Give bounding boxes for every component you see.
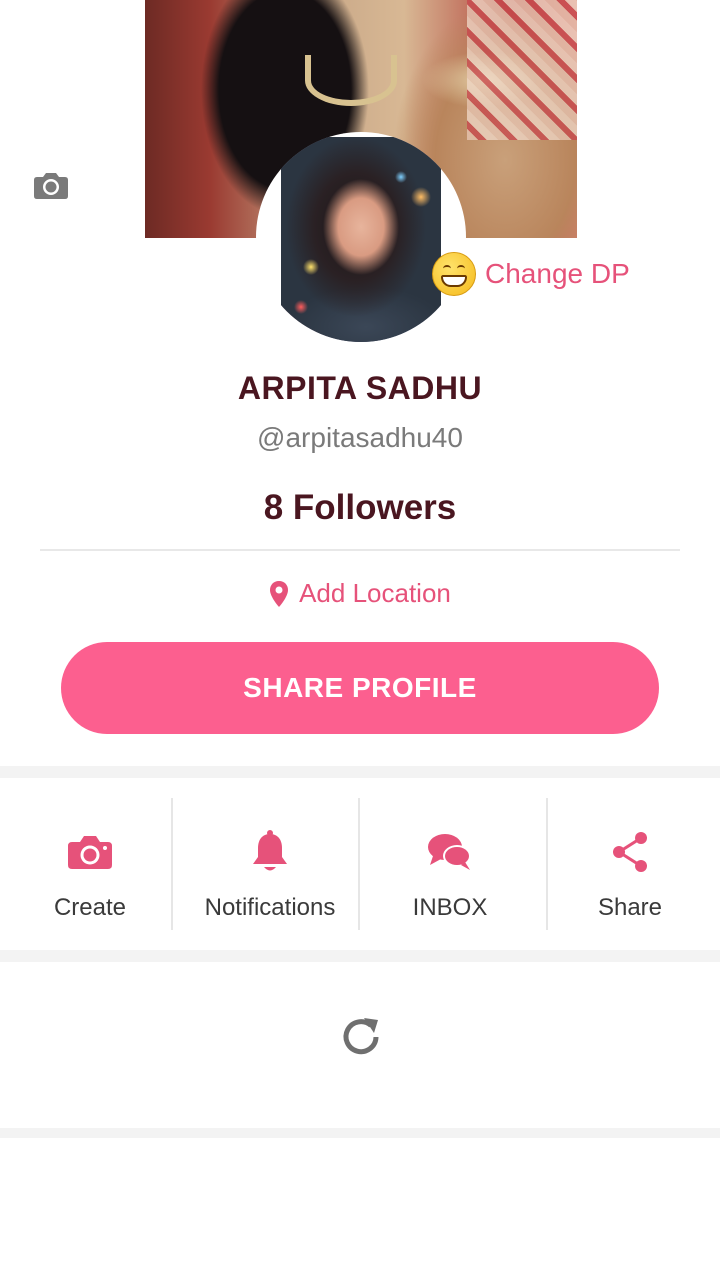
profile-handle: @arpitasadhu40: [257, 422, 463, 453]
chat-bubbles-icon: [427, 830, 473, 874]
change-cover-camera-icon[interactable]: [33, 170, 69, 200]
action-bar: Create Notifications INBOX Share: [0, 778, 720, 950]
change-dp-button[interactable]: Change DP: [432, 250, 630, 298]
avatar[interactable]: [256, 132, 466, 342]
divider: [40, 549, 680, 551]
bell-icon: [251, 830, 289, 874]
notifications-label: Notifications: [204, 894, 336, 921]
share-label: Share: [597, 894, 663, 921]
action-divider: [546, 798, 548, 930]
refresh-icon[interactable]: [338, 1014, 384, 1060]
followers-count[interactable]: 8 Followers: [0, 488, 720, 528]
inbox-label: INBOX: [412, 894, 488, 921]
action-divider: [171, 798, 173, 930]
add-location-label: Add Location: [299, 578, 451, 608]
share-action[interactable]: Share: [540, 778, 720, 950]
notifications-action[interactable]: Notifications: [180, 778, 360, 950]
section-divider: [0, 1128, 720, 1138]
inbox-action[interactable]: INBOX: [360, 778, 540, 950]
change-dp-label: Change DP: [485, 258, 630, 289]
share-profile-button[interactable]: SHARE PROFILE: [61, 642, 659, 734]
grinning-emoji-icon: [432, 252, 476, 296]
create-label: Create: [53, 894, 127, 921]
add-location-link[interactable]: Add Location: [0, 578, 720, 609]
camera-icon: [67, 830, 113, 874]
location-pin-icon: [270, 580, 289, 607]
section-divider: [0, 766, 720, 778]
action-divider: [358, 798, 360, 930]
avatar-photo: [281, 137, 441, 342]
profile-name: ARPITA SADHU: [237, 370, 483, 406]
share-icon: [610, 830, 650, 874]
section-divider: [0, 950, 720, 962]
profile-page: Change DP ARPITA SADHU @arpitasadhu40 8 …: [0, 0, 720, 1280]
create-action[interactable]: Create: [0, 778, 180, 950]
